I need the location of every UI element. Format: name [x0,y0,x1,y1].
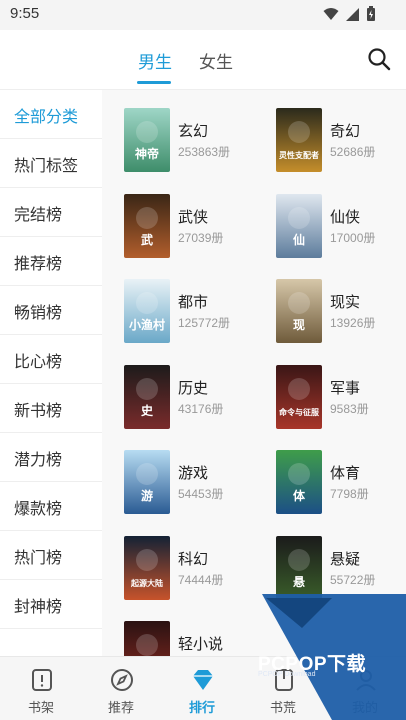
book-cover: 史 [124,364,170,429]
category-name: 仙侠 [330,208,361,226]
category-item[interactable]: 体 体育 7798册 [276,450,406,520]
book-cover: 起源大陆 [124,535,170,600]
category-grid: 神帝 玄幻 253863册 灵性支配者 奇幻 52686册武 武侠 27039册 仙 仙侠 1700… [102,90,406,656]
status-time: 9:55 [10,5,40,22]
sidebar-item[interactable]: 封神榜 [0,580,102,629]
category-name: 都市 [178,294,209,311]
tab-male[interactable]: 男生 [138,48,172,73]
category-item[interactable]: 灵性支配者 奇幻 52686册 [276,108,406,178]
sidebar-item[interactable]: 热门标签 [0,139,102,188]
status-icons [323,6,376,22]
nav-label: 书架 [27,700,54,715]
category-count: 55722册 [330,572,376,587]
sidebar-item[interactable]: 全部分类 [0,90,102,139]
category-count: 27039册 [178,230,224,245]
cover-title: 现 [293,318,305,332]
sidebar-item[interactable]: 潜力榜 [0,433,102,482]
active-tab-indicator [137,81,171,84]
category-name: 现实 [330,294,361,311]
category-count: 54453册 [178,487,224,501]
category-count: 13926册 [330,316,376,330]
wifi-icon [323,8,339,20]
bookshelf-icon [32,669,52,691]
book-cover: 神帝 [124,108,170,172]
cover-title: 仙 [293,232,305,247]
cover-title: 史 [141,403,154,418]
battery-icon [367,6,375,21]
sidebar-item[interactable]: 爆款榜 [0,482,102,531]
category-item[interactable]: 游 游戏 54453册 [124,450,264,520]
cover-title: 小渔村 [129,317,165,332]
category-item[interactable]: 仙 仙侠 17000册 [276,193,406,264]
category-name: 轻小说 [178,636,224,653]
category-name: 武侠 [178,208,209,226]
book-cover: 游 [124,450,170,514]
cover-title: 体 [293,488,306,503]
sidebar-item[interactable]: 完结榜 [0,188,102,237]
ranking-sidebar: 全部分类 热门标签 完结榜 推荐榜 畅销榜 比心榜 新书榜 潜力榜 爆款榜 热门榜 封神榜 [0,90,102,656]
book-cover: 现 [276,279,322,343]
search-icon[interactable] [366,46,392,72]
diamond-icon [193,670,213,690]
category-item[interactable]: 小渔村 都市 125772册 [124,279,264,349]
book-cover: 悬 [276,535,322,600]
cover-title: 灵性支配者 [278,150,319,160]
category-count: 7798册 [330,487,369,501]
sidebar-item[interactable]: 热门榜 [0,531,102,580]
top-tab-bar: 男生 女生 [0,30,406,90]
category-item[interactable]: 神帝 玄幻 253863册 [124,108,264,178]
category-name: 悬疑 [330,550,361,568]
sidebar-item[interactable]: 新书榜 [0,384,102,433]
book-cover [124,621,170,656]
cover-title: 武 [141,232,153,247]
tab-female[interactable]: 女生 [199,48,233,73]
nav-item[interactable]: 排行 [167,657,237,720]
category-count: 253863册 [178,145,231,159]
sidebar-item[interactable]: 畅销榜 [0,286,102,335]
signal-icon [346,7,359,21]
book-cover: 仙 [276,193,322,258]
status-bar: 9:55 [0,0,406,30]
category-name: 奇幻 [330,123,361,140]
category-name: 体育 [330,465,361,482]
cover-title: 神帝 [135,146,159,161]
category-item[interactable]: 史 历史 43176册 [124,364,264,435]
book-cover: 武 [124,193,170,258]
category-name: 军事 [330,379,361,397]
category-item[interactable]: 现 现实 13926册 [276,279,406,349]
category-name: 玄幻 [178,123,209,140]
watermark-subtitle: PCPOP Download [258,671,316,678]
book-cover: 体 [276,450,322,514]
book-cover: 命令与征服 [276,364,322,429]
category-name: 科幻 [178,550,209,568]
sidebar-item[interactable]: 比心榜 [0,335,102,384]
category-count: 74444册 [178,572,224,587]
book-cover: 灵性支配者 [276,108,322,172]
cover-title: 悬 [292,575,305,589]
sidebar-item[interactable]: 推荐榜 [0,237,102,286]
category-count: 43176册 [178,401,224,416]
nav-item[interactable]: 书架 [6,657,76,720]
category-item[interactable]: 起源大陆 科幻 74444册 [124,535,264,606]
nav-item[interactable]: 推荐 [86,657,156,720]
book-cover: 小渔村 [124,279,170,343]
category-count: 9583册 [330,401,369,416]
category-count: 52686册 [330,145,376,159]
nav-label: 排行 [188,700,215,715]
nav-label: 推荐 [107,700,134,715]
category-count: 17000册 [330,230,376,245]
category-name: 游戏 [178,465,209,482]
cover-title: 起源大陆 [130,578,163,588]
category-count: 125772册 [178,316,231,330]
cover-title: 命令与征服 [278,407,320,417]
compass-icon [111,669,133,691]
category-item[interactable]: 武 武侠 27039册 [124,193,264,264]
category-name: 历史 [178,379,209,397]
cover-title: 游 [141,488,153,503]
category-item[interactable]: 轻小说 [124,621,264,656]
category-item[interactable]: 命令与征服 军事 9583册 [276,364,406,435]
